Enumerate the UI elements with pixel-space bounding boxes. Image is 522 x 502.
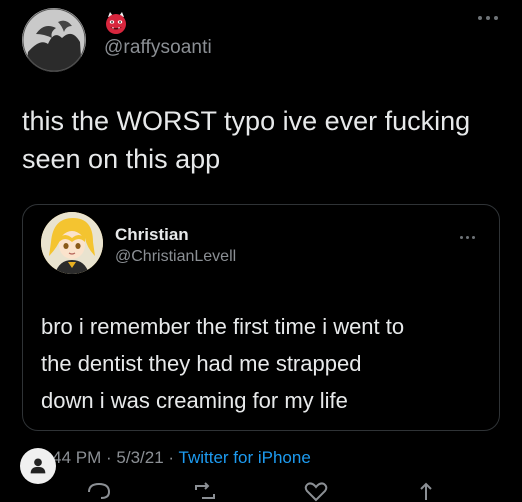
meta-separator: · (101, 448, 117, 467)
tweet-date[interactable]: 5/3/21 (116, 448, 163, 467)
share-icon[interactable] (413, 480, 439, 502)
reply-icon[interactable] (86, 480, 112, 502)
meta-separator: · (163, 448, 179, 467)
author-handle[interactable]: @raffysoanti (104, 37, 212, 59)
quoted-author-name[interactable]: Christian (115, 225, 189, 245)
user-icon[interactable] (20, 448, 56, 484)
retweet-icon[interactable] (192, 480, 218, 502)
quoted-author-handle[interactable]: @ChristianLevell (115, 248, 236, 266)
more-options-icon[interactable] (478, 14, 500, 22)
ogre-emoji-icon (104, 11, 128, 35)
quoted-more-options-icon[interactable] (460, 234, 478, 240)
author-avatar[interactable] (22, 8, 86, 72)
tweet-text: this the WORST typo ive ever fucking see… (22, 106, 471, 174)
quoted-author-avatar[interactable] (41, 212, 103, 274)
tweet-source-link[interactable]: Twitter for iPhone (179, 448, 311, 467)
heart-icon[interactable] (303, 480, 329, 502)
tweet-meta: 9:44 PM · 5/3/21 · Twitter for iPhone (38, 448, 311, 468)
quoted-tweet-text: bro i remember the first time i went to … (41, 314, 405, 413)
